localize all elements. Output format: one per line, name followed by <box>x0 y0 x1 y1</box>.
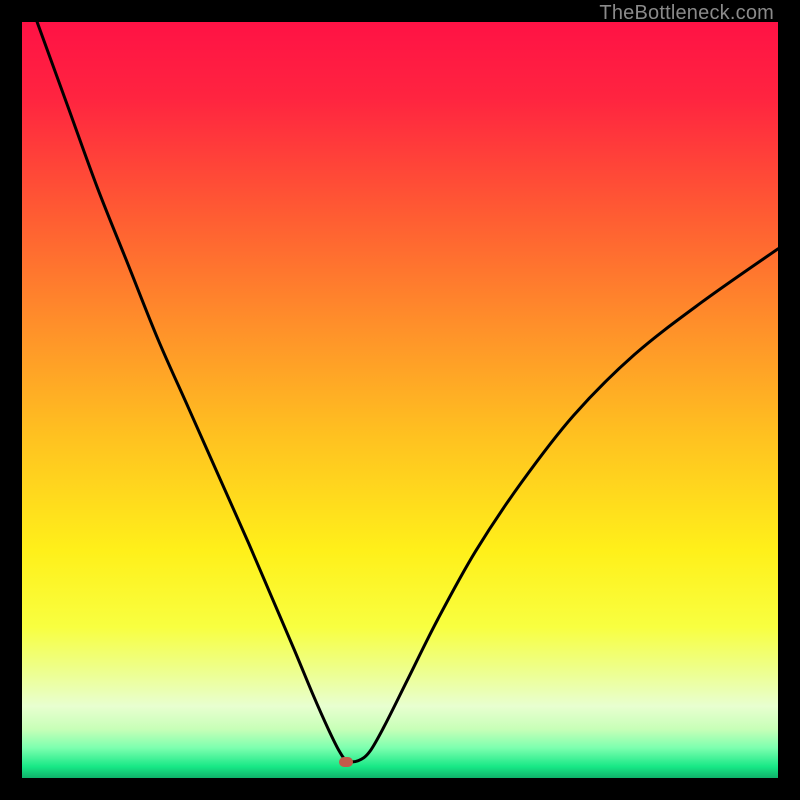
plot-area <box>22 22 778 778</box>
outer-frame: TheBottleneck.com <box>0 0 800 800</box>
optimum-marker <box>339 757 353 767</box>
bottleneck-curve <box>22 22 778 778</box>
